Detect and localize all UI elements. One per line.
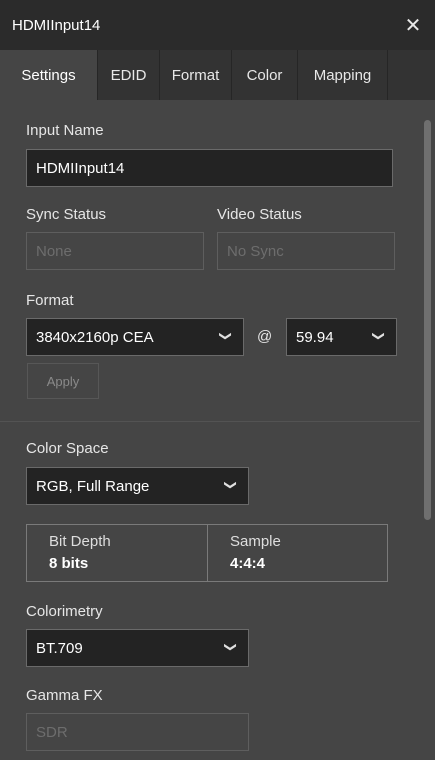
sync-status-label: Sync Status [26,206,107,223]
chevron-down-icon: ❯ [218,330,233,342]
apply-button[interactable]: Apply [27,363,99,399]
at-separator: @ [257,328,273,345]
close-icon[interactable]: ✕ [401,13,425,37]
chevron-down-icon: ❯ [371,330,386,342]
sample-label: Sample [230,533,281,550]
tab-edid[interactable]: EDID [98,50,160,100]
colorimetry-label: Colorimetry [26,603,103,620]
scrollbar-thumb[interactable] [424,120,431,520]
resolution-value: 3840x2160p CEA [36,328,154,346]
vertical-scrollbar[interactable] [420,100,435,760]
dialog-window: HDMIInput14 ✕ Settings EDID Format Color… [0,0,435,760]
bit-depth-cell: Bit Depth 8 bits [27,525,207,581]
colorimetry-value: BT.709 [36,639,83,657]
sync-status-value: None [36,242,72,260]
gamma-fx-field: SDR [26,713,249,751]
chevron-down-icon: ❯ [223,479,238,491]
tab-bar: Settings EDID Format Color Mapping [0,50,435,100]
video-status-label: Video Status [217,206,302,223]
input-name-label: Input Name [26,122,104,139]
section-divider [0,421,420,422]
input-name-field[interactable]: HDMIInput14 [26,149,393,187]
video-status-value: No Sync [227,242,284,260]
window-title: HDMIInput14 [12,16,101,34]
sync-status-field: None [26,232,204,270]
gamma-fx-label: Gamma FX [26,687,103,704]
format-label: Format [26,292,74,309]
bit-depth-value: 8 bits [49,555,89,572]
color-space-select[interactable]: RGB, Full Range ❯ [26,467,249,505]
color-space-label: Color Space [26,440,109,457]
tab-color[interactable]: Color [232,50,298,100]
colorimetry-select[interactable]: BT.709 ❯ [26,629,249,667]
frame-rate-value: 59.94 [296,328,334,346]
gamma-fx-value: SDR [36,723,68,741]
tab-format[interactable]: Format [160,50,232,100]
sample-value: 4:4:4 [230,555,266,572]
video-status-field: No Sync [217,232,395,270]
format-info-box: Bit Depth 8 bits Sample 4:4:4 [26,524,388,582]
chevron-down-icon: ❯ [223,641,238,653]
bit-depth-label: Bit Depth [49,533,111,550]
title-bar: HDMIInput14 ✕ [0,0,435,50]
tab-mapping[interactable]: Mapping [298,50,388,100]
resolution-select[interactable]: 3840x2160p CEA ❯ [26,318,244,356]
frame-rate-select[interactable]: 59.94 ❯ [286,318,397,356]
color-space-value: RGB, Full Range [36,477,150,495]
tab-settings[interactable]: Settings [0,50,98,100]
sample-cell: Sample 4:4:4 [207,525,387,581]
input-name-value: HDMIInput14 [36,159,125,177]
settings-panel: Input Name HDMIInput14 Sync Status Video… [0,100,420,760]
